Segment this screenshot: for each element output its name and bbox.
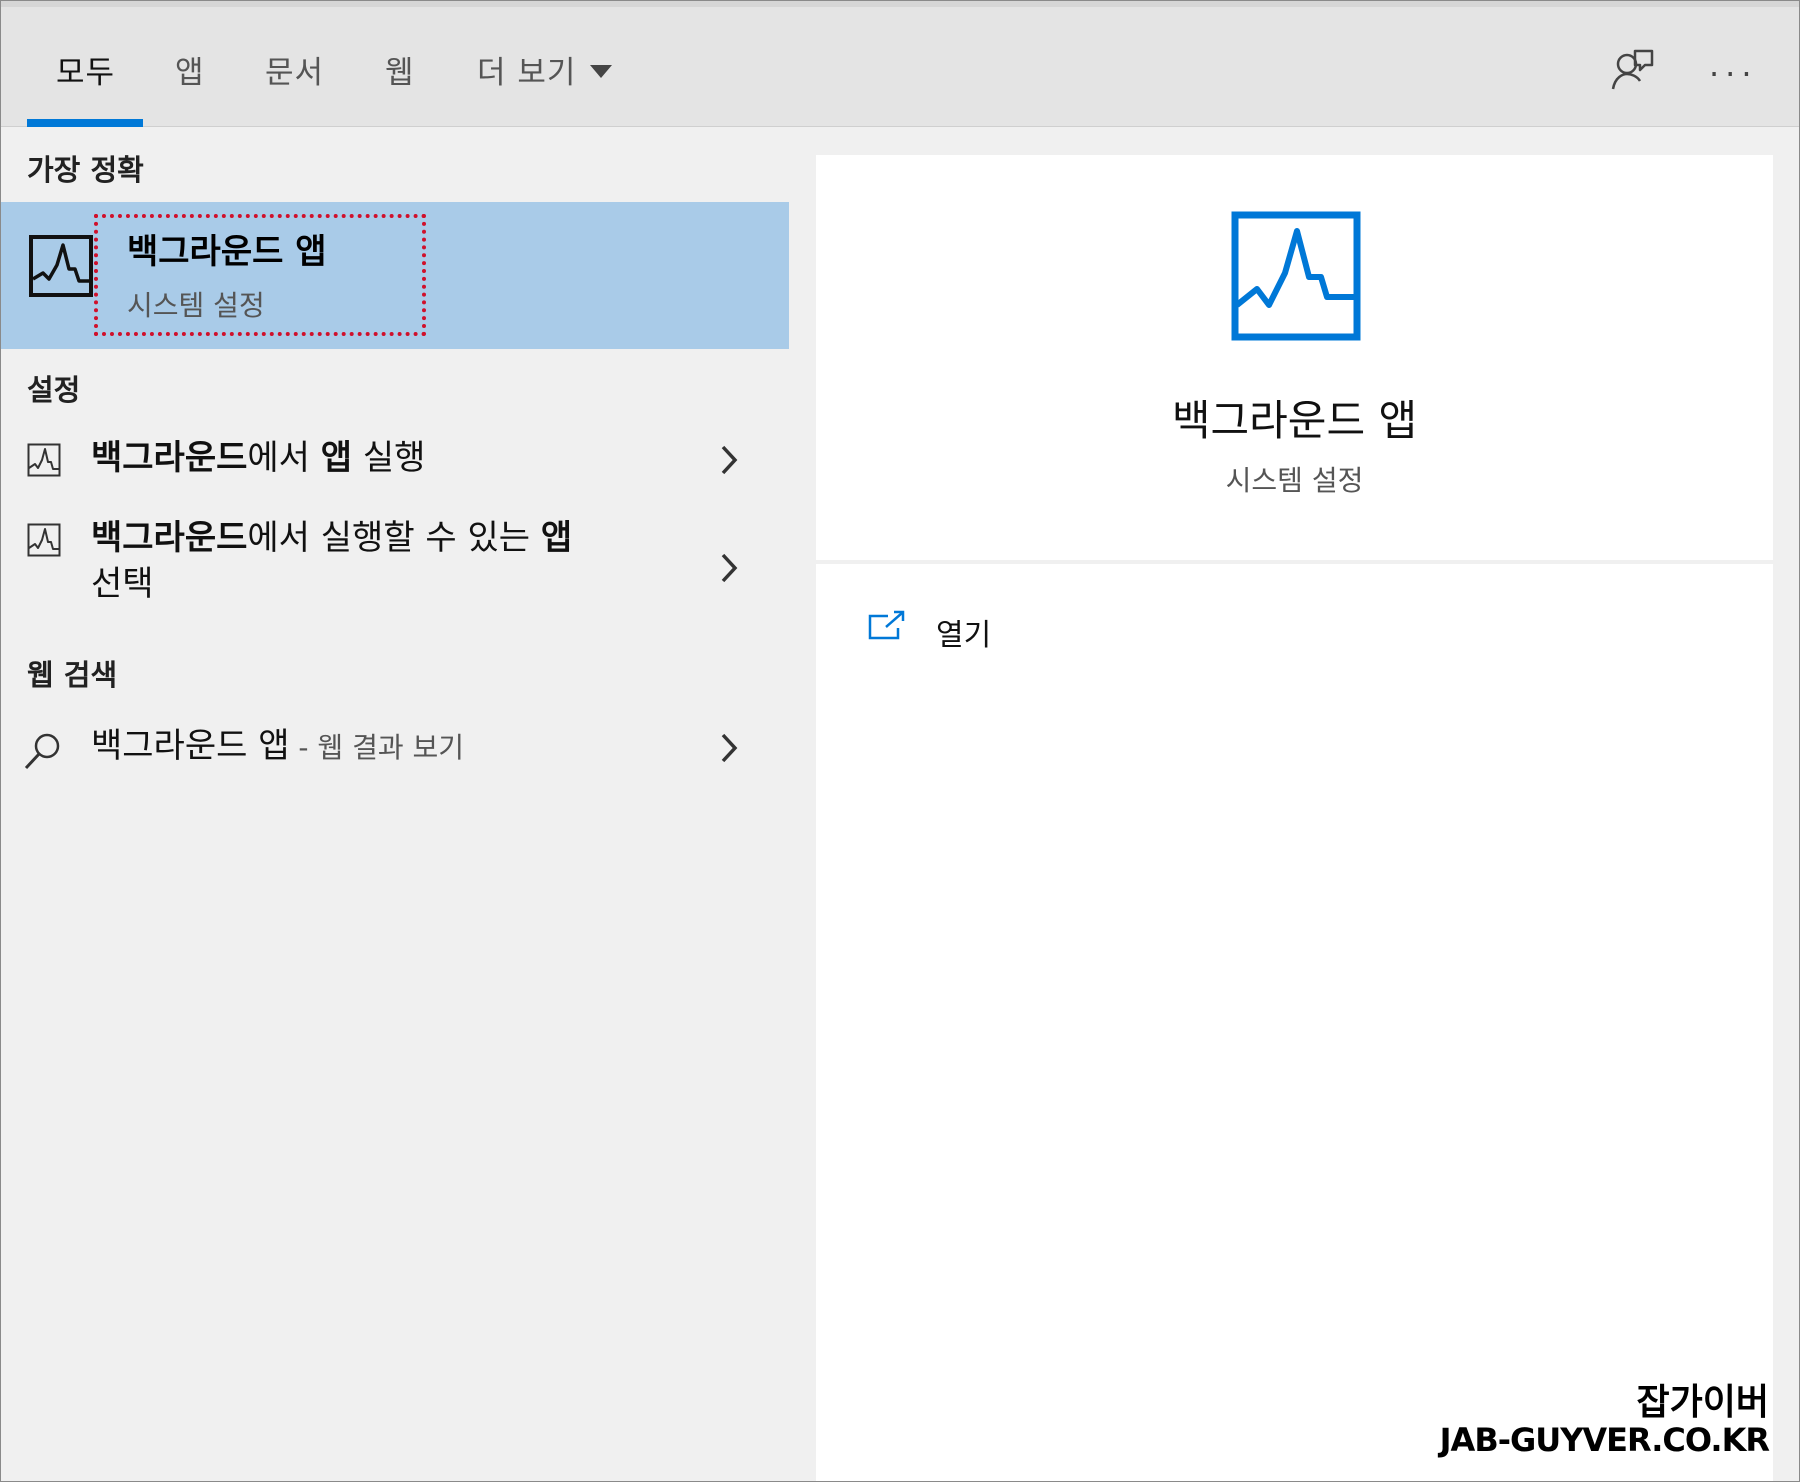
search-icon (24, 733, 60, 770)
chevron-right-icon (721, 553, 738, 583)
section-heading-best-match: 가장 정확 (27, 153, 144, 187)
caret-down-icon (590, 65, 613, 78)
settings-result-label: 백그라운드에서 앱 실행 (91, 438, 426, 478)
preview-pane: 백그라운드 앱 시스템 설정 열기 (789, 127, 1799, 1481)
open-external-icon (868, 610, 905, 640)
watermark-url: JAB-GUYVER.CO.KR (1439, 1421, 1770, 1459)
open-label: 열기 (936, 618, 992, 653)
web-result-label: 백그라운드 앱 - 웹 결과 보기 (91, 726, 465, 766)
active-tab-indicator (27, 119, 143, 127)
tab-bar: 모두 앱 문서 웹 더 보기 ··· (1, 1, 1799, 127)
preview-header-card: 백그라운드 앱 시스템 설정 (816, 155, 1773, 560)
tab-web[interactable]: 웹 (385, 47, 415, 92)
section-heading-web-search: 웹 검색 (27, 658, 118, 692)
feedback-person-icon[interactable] (1609, 47, 1655, 93)
tab-more[interactable]: 더 보기 (477, 47, 613, 92)
activity-chart-icon (29, 235, 93, 297)
preview-title: 백그라운드 앱 (1171, 396, 1418, 445)
more-options-icon[interactable]: ··· (1709, 55, 1758, 93)
best-match-item[interactable]: 백그라운드 앱 시스템 설정 (1, 202, 789, 349)
settings-result-run-apps[interactable]: 백그라운드에서 앱 실행 (1, 429, 789, 489)
preview-subtitle: 시스템 설정 (1225, 464, 1364, 497)
section-heading-settings: 설정 (27, 373, 81, 407)
results-pane: 가장 정확 백그라운드 앱 시스템 설정 설정 백그라운드에서 앱 실행 백그라… (1, 127, 789, 1481)
chevron-right-icon (721, 445, 738, 475)
chevron-right-icon (721, 733, 738, 763)
best-match-title: 백그라운드 앱 (127, 232, 327, 272)
search-window: 모두 앱 문서 웹 더 보기 ··· 가장 정확 백그라운드 앱 시스템 설정 … (0, 0, 1800, 1482)
tab-apps[interactable]: 앱 (175, 47, 205, 92)
settings-result-label: 백그라운드에서 실행할 수 있는 앱 선택 (91, 518, 573, 604)
activity-chart-icon (1231, 211, 1361, 341)
web-search-result[interactable]: 백그라운드 앱 - 웹 결과 보기 (1, 717, 789, 777)
preview-actions-card: 열기 (816, 564, 1773, 1481)
activity-chart-icon (27, 443, 61, 477)
activity-chart-icon (27, 523, 61, 557)
settings-result-choose-apps[interactable]: 백그라운드에서 실행할 수 있는 앱 선택 (1, 511, 789, 611)
watermark-title: 잡가이버 (1636, 1382, 1769, 1423)
tab-documents[interactable]: 문서 (265, 47, 324, 92)
tab-more-label: 더 보기 (477, 55, 577, 91)
best-match-subtitle: 시스템 설정 (127, 289, 265, 322)
tab-all[interactable]: 모두 (56, 47, 115, 92)
